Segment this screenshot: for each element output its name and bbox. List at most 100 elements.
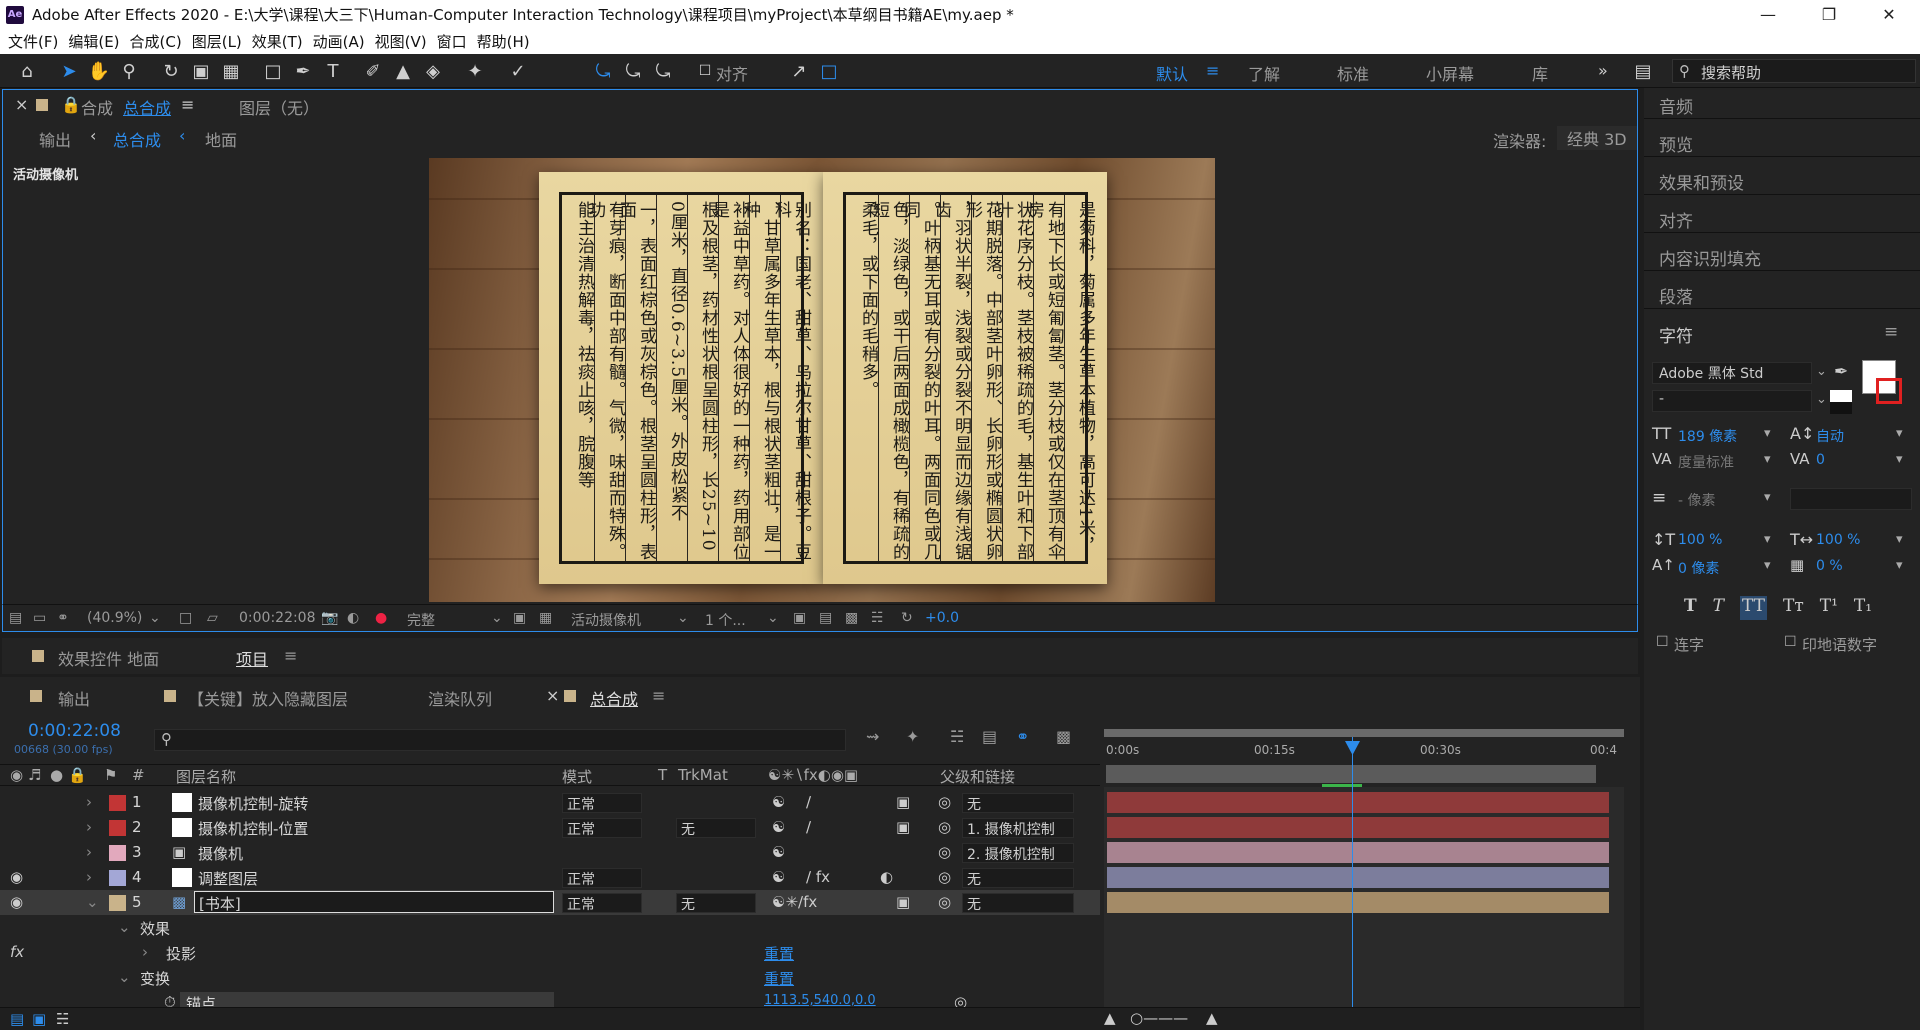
- viewer-timecode[interactable]: 0:00:22:08: [239, 610, 316, 626]
- views-dropdown[interactable]: 1 个...: [705, 610, 746, 630]
- timeline-tab-hidden[interactable]: 【关键】放入隐藏图层: [188, 686, 348, 710]
- workspace-learn[interactable]: 了解: [1248, 61, 1280, 85]
- shy-switch-icon[interactable]: ☯: [772, 868, 785, 886]
- workspace-small-screen[interactable]: 小屏幕: [1426, 61, 1474, 85]
- quality-switch-icon[interactable]: ∕: [806, 818, 811, 836]
- 3d-layer-icon[interactable]: ▣: [896, 893, 910, 911]
- pick-whip-icon[interactable]: ◎: [938, 818, 951, 836]
- timeline-tab-output[interactable]: 输出: [58, 686, 90, 710]
- label-color[interactable]: [109, 895, 126, 911]
- panel-audio[interactable]: 音频: [1659, 93, 1693, 118]
- layer-name[interactable]: 摄像机控制-旋转: [198, 793, 308, 814]
- shy-layers-icon[interactable]: ☵: [950, 727, 964, 746]
- layer-name[interactable]: 调整图层: [198, 868, 258, 889]
- zoom-out-icon[interactable]: ▲: [1104, 1009, 1116, 1027]
- project-menu-icon[interactable]: ≡: [284, 646, 297, 665]
- world-axis-icon[interactable]: ⤿: [620, 58, 646, 84]
- expand-arrow-icon[interactable]: ›: [86, 793, 92, 811]
- workspace-more-button[interactable]: »: [1598, 61, 1608, 80]
- mode-dropdown[interactable]: 正常: [562, 893, 642, 913]
- layer-name[interactable]: 摄像机控制-位置: [198, 818, 308, 839]
- small-caps-button[interactable]: Tт: [1783, 596, 1804, 620]
- property-row[interactable]: fx › 投影 重置: [0, 940, 1100, 965]
- collapse-arrow-icon[interactable]: ⌄: [118, 968, 131, 986]
- baseline-shift-value[interactable]: 0 像素: [1678, 558, 1719, 578]
- comp-panel-menu-icon[interactable]: ≡: [181, 95, 194, 114]
- drop-shadow-effect[interactable]: 投影: [166, 943, 196, 964]
- layer-row-selected[interactable]: ◉ ⌄ 5 ▩ [书本] 正常 无 ☯✳∕fx ▣ ◎ 无: [0, 890, 1100, 915]
- panel-effects-presets[interactable]: 效果和预设: [1659, 169, 1744, 194]
- renderer-button[interactable]: 经典 3D: [1557, 126, 1637, 150]
- panel-character[interactable]: 字符: [1659, 322, 1693, 347]
- timeline-icon[interactable]: ▩: [845, 610, 858, 626]
- fit-frame-icon[interactable]: □: [179, 610, 192, 626]
- white-swatch[interactable]: [1830, 390, 1852, 402]
- roto-brush-tool-icon[interactable]: ✦: [462, 58, 488, 84]
- zoom-slider-icon[interactable]: ○———: [1130, 1009, 1188, 1027]
- stroke-width-value[interactable]: - 像素: [1678, 490, 1716, 510]
- project-tab[interactable]: 项目: [236, 646, 268, 670]
- shy-switch-icon[interactable]: ☯: [772, 793, 785, 811]
- toggle-3d-view-icon[interactable]: ▣: [793, 610, 806, 626]
- draft-3d-icon[interactable]: ✦: [906, 727, 919, 746]
- timeline-current-time[interactable]: 0:00:22:08: [28, 721, 121, 741]
- menu-file[interactable]: 文件(F): [8, 31, 58, 52]
- composition-viewer[interactable]: 活动摄像机 别名：国老、甜草、乌拉尔甘草、甜根子。豆科 、甘草属多年生草本，根与…: [2, 152, 1638, 604]
- align-checkbox-icon[interactable]: ☐: [692, 58, 718, 84]
- label-color[interactable]: [109, 820, 126, 836]
- frame-blending-icon[interactable]: ▤: [982, 727, 997, 746]
- resolution-dropdown[interactable]: 完整: [407, 610, 435, 630]
- breadcrumb-output[interactable]: 输出: [39, 127, 71, 151]
- search-help-box[interactable]: ⚲ 搜索帮助: [1672, 59, 1916, 83]
- pen-tool-icon[interactable]: ✒: [290, 58, 316, 84]
- home-icon[interactable]: ⌂: [14, 58, 40, 84]
- exposure-value[interactable]: +0.0: [925, 610, 959, 626]
- collapse-arrow-icon[interactable]: ⌄: [118, 918, 131, 936]
- expand-arrow-icon[interactable]: ›: [86, 868, 92, 886]
- font-style-dropdown[interactable]: -: [1652, 390, 1812, 412]
- layer-name-header[interactable]: 图层名称: [176, 766, 236, 787]
- shy-switch-icon[interactable]: ☯: [772, 843, 785, 861]
- menu-help[interactable]: 帮助(H): [477, 31, 530, 52]
- rectangle-tool-icon[interactable]: □: [260, 58, 286, 84]
- 3d-layer-icon[interactable]: ▣: [896, 818, 910, 836]
- mode-header[interactable]: 模式: [562, 766, 592, 787]
- mode-dropdown[interactable]: 正常: [562, 868, 642, 888]
- horizontal-scale-value[interactable]: 100 %: [1816, 532, 1860, 548]
- export-frame-icon[interactable]: ▤: [819, 610, 832, 626]
- timeline-menu-icon[interactable]: ≡: [652, 686, 665, 705]
- mode-dropdown[interactable]: 正常: [562, 818, 642, 838]
- parent-dropdown[interactable]: 无: [962, 793, 1074, 813]
- menu-window[interactable]: 窗口: [437, 31, 467, 52]
- trkmat-dropdown[interactable]: 无: [676, 818, 756, 838]
- layer-row[interactable]: › 2 摄像机控制-位置 正常 无 ☯ ∕ ▣ ◎ 1. 摄像机控制: [0, 815, 1100, 840]
- panel-content-aware-fill[interactable]: 内容识别填充: [1659, 245, 1761, 270]
- view-axis-icon[interactable]: ⤿: [650, 58, 676, 84]
- layer-duration-bar[interactable]: [1107, 867, 1609, 888]
- faux-bold-button[interactable]: T: [1684, 596, 1697, 620]
- type-tool-icon[interactable]: T: [320, 58, 346, 84]
- font-family-dropdown[interactable]: Adobe 黑体 Std: [1652, 362, 1812, 384]
- 3d-layer-icon[interactable]: ▣: [896, 793, 910, 811]
- anchor-point-value[interactable]: 1113.5,540.0,0.0: [764, 993, 876, 1008]
- effects-controls-tab[interactable]: 效果控件 地面: [58, 646, 159, 670]
- maximize-button[interactable]: ❐: [1806, 0, 1852, 29]
- rotate-tool-icon[interactable]: ↻: [158, 58, 184, 84]
- parent-dropdown[interactable]: 2. 摄像机控制: [962, 843, 1074, 863]
- label-color[interactable]: [109, 795, 126, 811]
- kerning-value[interactable]: 度量标准: [1678, 452, 1734, 472]
- tsume-value[interactable]: 0 %: [1816, 558, 1843, 574]
- workspace-menu-icon[interactable]: ≡: [1206, 61, 1219, 80]
- selection-tool-icon[interactable]: ➤: [56, 58, 82, 84]
- ligature-checkbox[interactable]: ☐: [1656, 634, 1669, 650]
- parent-header[interactable]: 父级和链接: [940, 766, 1015, 787]
- effects-group[interactable]: 效果: [140, 918, 170, 939]
- snap-target-icon[interactable]: □: [816, 58, 842, 84]
- expand-arrow-icon[interactable]: ›: [142, 943, 148, 961]
- property-row[interactable]: ⌄ 效果: [0, 915, 1100, 940]
- zoom-in-icon[interactable]: ▲: [1206, 1009, 1218, 1027]
- stroke-color-swatch[interactable]: [1876, 378, 1902, 404]
- region-of-interest-icon[interactable]: ▱: [207, 610, 218, 626]
- monitor-icon[interactable]: ▭: [33, 610, 46, 626]
- shy-switch-icon[interactable]: ☯: [772, 818, 785, 836]
